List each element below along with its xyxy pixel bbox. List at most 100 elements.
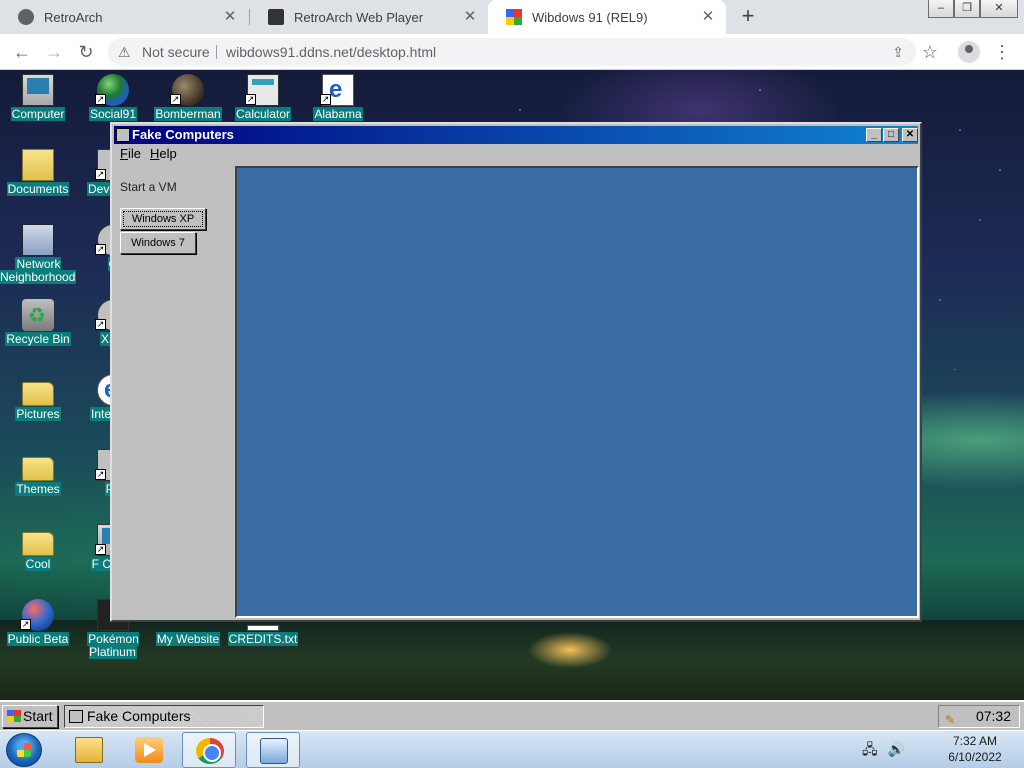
icon-label: Recycle Bin <box>5 332 71 346</box>
chrome-icon <box>196 738 224 764</box>
close-tab-icon[interactable]: ✕ <box>700 9 716 25</box>
more-menu-icon[interactable]: ⋮ <box>992 40 1012 64</box>
icon-label: CREDITS.txt <box>227 632 299 646</box>
vm-display[interactable] <box>235 166 919 618</box>
address-bar[interactable]: ⚠ Not secure wibdows91.ddns.net/desktop.… <box>108 38 916 66</box>
desktop-icon-cool[interactable]: Cool <box>0 522 76 592</box>
file-explorer-icon <box>75 737 103 763</box>
sidebar-heading: Start a VM <box>120 180 177 194</box>
bookmark-star-icon[interactable]: ☆ <box>918 40 942 64</box>
menu-help[interactable]: Help <box>150 144 177 164</box>
host-taskbar: 🖧 🔊 7:32 AM 6/10/2022 <box>0 730 1024 768</box>
minimize-window-button[interactable]: – <box>928 0 954 18</box>
host-clock[interactable]: 7:32 AM 6/10/2022 <box>934 733 1016 765</box>
tab-label: Wibdows 91 (REL9) <box>532 9 648 25</box>
icon-label: My Website <box>155 632 221 646</box>
close-tab-icon[interactable]: ✕ <box>222 9 238 25</box>
tab-retroarch[interactable]: RetroArch ✕ <box>0 0 248 34</box>
shortcut-arrow-icon: ↗ <box>95 544 106 555</box>
desktop-icon-documents[interactable]: Documents <box>0 147 76 217</box>
tray-clock[interactable]: 07:32 <box>976 706 1011 727</box>
remote-desktop-icon <box>260 738 288 764</box>
bridge-lights <box>330 630 630 680</box>
divider <box>216 45 217 59</box>
tab-wibdows91[interactable]: Wibdows 91 (REL9) ✕ <box>488 0 726 34</box>
desktop-icon-pictures[interactable]: Pictures <box>0 372 76 442</box>
minimize-button[interactable]: _ <box>866 128 882 142</box>
back-arrow-icon[interactable]: ← <box>10 40 34 64</box>
profile-avatar-icon[interactable] <box>958 41 980 63</box>
folder-icon <box>22 532 54 556</box>
icon-label: Calculator <box>234 107 292 121</box>
icon-label: Public Beta <box>6 632 70 646</box>
task-label: Fake Computers <box>87 708 191 724</box>
shortcut-arrow-icon: ↗ <box>170 94 181 105</box>
new-tab-button[interactable]: + <box>736 5 760 29</box>
tab-label: RetroArch Web Player <box>294 9 424 25</box>
emulated-taskbar: Start Fake Computers ✎ 07:32 <box>0 700 1024 730</box>
close-window-button[interactable]: ✕ <box>980 0 1018 18</box>
desktop-icon-network[interactable]: Network Neighborhood <box>0 222 77 292</box>
icon-label: Pictures <box>15 407 61 421</box>
maximize-button[interactable]: □ <box>883 128 899 142</box>
icon-label: Bomberman <box>154 107 222 121</box>
recycle-bin-icon <box>22 299 54 331</box>
fake-computers-window: Fake Computers _ □ ✕ File Help Start a V… <box>110 122 922 622</box>
shortcut-arrow-icon: ↗ <box>320 94 331 105</box>
close-button[interactable]: ✕ <box>902 128 918 142</box>
restore-window-button[interactable]: ❐ <box>954 0 980 18</box>
documents-folder-icon <box>22 149 54 181</box>
folder-icon <box>22 457 54 481</box>
desktop: Computer ↗ Social91 ↗ Bomberman ↗ Calcul… <box>0 70 1024 700</box>
taskbar-chrome[interactable] <box>182 732 236 768</box>
reload-icon[interactable]: ↻ <box>74 40 98 64</box>
icon-label: Documents <box>6 182 70 196</box>
tray-app-icon[interactable]: ✎ <box>945 710 955 731</box>
network-icon <box>22 224 54 256</box>
taskbar-explorer[interactable] <box>62 732 116 768</box>
desktop-icon-computer[interactable]: Computer <box>0 72 76 142</box>
desktop-icon-recycle-bin[interactable]: Recycle Bin <box>0 297 76 367</box>
windows-logo-icon <box>7 710 21 722</box>
windows-flag-icon <box>506 9 522 25</box>
security-label[interactable]: Not secure <box>142 38 210 66</box>
media-player-icon <box>135 737 163 763</box>
network-icon[interactable]: 🖧 <box>862 741 878 757</box>
host-tray: 🖧 🔊 <box>862 739 905 763</box>
shortcut-arrow-icon: ↗ <box>95 469 106 480</box>
start-label: Start <box>23 708 53 724</box>
windows-7-button[interactable]: Windows 7 <box>120 232 196 254</box>
share-icon[interactable]: ⇪ <box>892 38 904 66</box>
taskbar-remote-desktop[interactable] <box>246 732 300 768</box>
globe-icon <box>18 9 34 25</box>
windows-xp-button[interactable]: Windows XP <box>120 208 206 230</box>
host-time: 7:32 AM <box>952 734 998 748</box>
menu-file[interactable]: File <box>120 144 141 164</box>
menu-bar: File Help <box>114 144 918 164</box>
shortcut-arrow-icon: ↗ <box>95 244 106 255</box>
close-tab-icon[interactable]: ✕ <box>462 9 478 25</box>
icon-label: Pokémon Platinum <box>87 632 139 659</box>
window-titlebar[interactable]: Fake Computers _ □ ✕ <box>114 126 918 144</box>
icon-label: Network Neighborhood <box>0 257 77 284</box>
shortcut-arrow-icon: ↗ <box>95 169 106 180</box>
computer-icon <box>116 128 130 142</box>
tab-label: RetroArch <box>44 9 103 25</box>
shortcut-arrow-icon: ↗ <box>95 94 106 105</box>
url-text[interactable]: wibdows91.ddns.net/desktop.html <box>226 38 436 66</box>
forward-arrow-icon[interactable]: → <box>42 40 66 64</box>
host-date: 6/10/2022 <box>948 750 1002 764</box>
desktop-icon-themes[interactable]: Themes <box>0 447 76 517</box>
taskbar-item-fake-computers[interactable]: Fake Computers <box>64 705 264 728</box>
retroarch-icon <box>268 9 284 25</box>
desktop-icon-public-beta[interactable]: ↗ Public Beta <box>0 597 76 667</box>
icon-label: Cool <box>24 557 52 571</box>
taskbar-media-player[interactable] <box>122 732 176 768</box>
system-tray: ✎ 07:32 <box>938 705 1020 728</box>
tab-retroarch-web-player[interactable]: RetroArch Web Player ✕ <box>250 0 488 34</box>
volume-icon[interactable]: 🔊 <box>888 741 905 757</box>
windows-start-orb-icon[interactable] <box>6 733 42 767</box>
browser-tabstrip: RetroArch ✕ RetroArch Web Player ✕ Wibdo… <box>0 0 1024 34</box>
start-button[interactable]: Start <box>2 705 58 728</box>
text-file-icon <box>247 625 279 631</box>
